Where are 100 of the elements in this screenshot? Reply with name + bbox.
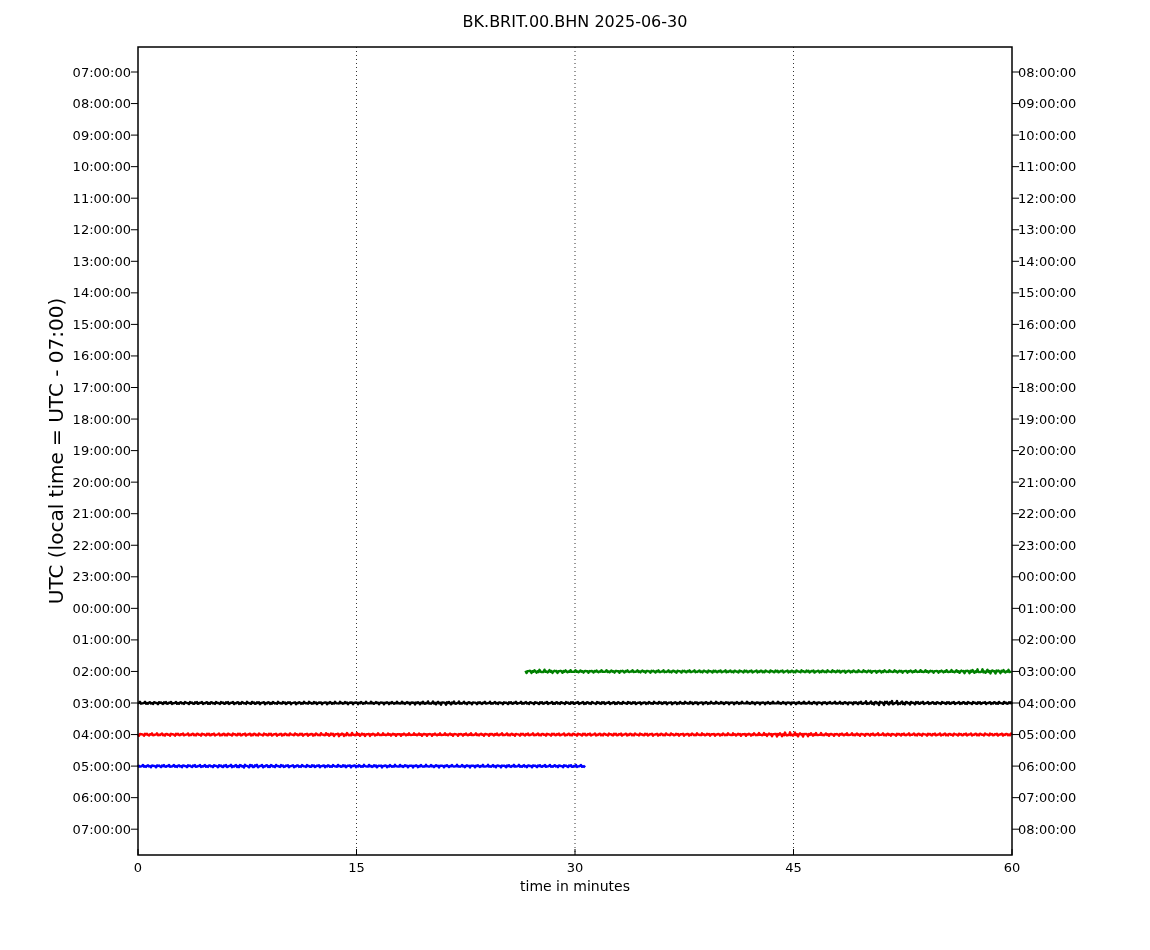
tick-label: 0: [133, 860, 143, 875]
tick-mark: [130, 513, 139, 515]
tick-label: 22:00:00: [72, 537, 131, 553]
tick-mark: [130, 702, 139, 704]
tick-mark: [1011, 702, 1020, 704]
tick-mark: [130, 544, 139, 546]
tick-label: 07:00:00: [72, 821, 131, 837]
tick-mark: [130, 134, 139, 136]
tick-label: 00:00:00: [1018, 569, 1077, 585]
tick-label: 10:00:00: [72, 159, 131, 175]
tick-label: 07:00:00: [72, 64, 131, 80]
tick-label: 16:00:00: [1018, 316, 1077, 332]
tick-label: 11:00:00: [72, 190, 131, 206]
y-axis-label: UTC (local time = UTC - 07:00): [44, 297, 68, 605]
tick-label: 02:00:00: [1018, 632, 1077, 648]
tick-label: 02:00:00: [72, 663, 131, 679]
tick-label: 13:00:00: [1018, 222, 1077, 238]
tick-label: 03:00:00: [72, 695, 131, 711]
tick-label: 23:00:00: [72, 569, 131, 585]
tick-label: 17:00:00: [1018, 348, 1077, 364]
tick-mark: [1011, 797, 1020, 799]
tick-label: 15:00:00: [1018, 285, 1077, 301]
tick-mark: [1011, 544, 1020, 546]
tick-mark: [130, 418, 139, 420]
tick-label: 21:00:00: [1018, 474, 1077, 490]
tick-mark: [1011, 323, 1020, 325]
tick-label: 04:00:00: [1018, 695, 1077, 711]
tick-mark: [1011, 450, 1020, 452]
tick-mark: [130, 323, 139, 325]
tick-mark: [1011, 71, 1020, 73]
tick-label: 21:00:00: [72, 506, 131, 522]
tick-label: 13:00:00: [72, 253, 131, 269]
tick-mark: [1011, 387, 1020, 388]
tick-label: 06:00:00: [1018, 758, 1077, 774]
tick-mark: [1011, 197, 1020, 199]
tick-label: 30: [566, 860, 584, 875]
tick-mark: [130, 670, 139, 672]
x-axis-label: time in minutes: [520, 878, 630, 894]
tick-label: 23:00:00: [1018, 537, 1077, 553]
tick-label: 14:00:00: [72, 285, 131, 301]
tick-label: 60: [1003, 860, 1021, 875]
tick-mark: [130, 607, 139, 609]
tick-label: 45: [785, 860, 802, 875]
tick-label: 05:00:00: [1018, 727, 1077, 743]
tick-mark: [130, 481, 139, 483]
tick-mark: [1011, 848, 1013, 856]
tick-mark: [130, 292, 139, 294]
tick-label: 15: [348, 860, 365, 875]
tick-label: 08:00:00: [1018, 821, 1077, 837]
tick-label: 07:00:00: [1018, 790, 1077, 806]
tick-label: 01:00:00: [1018, 600, 1077, 616]
tick-label: 08:00:00: [72, 96, 131, 112]
tick-mark: [130, 166, 139, 168]
tick-mark: [1011, 418, 1020, 420]
tick-mark: [1011, 513, 1020, 515]
tick-mark: [1011, 229, 1020, 231]
chart-title: BK.BRIT.00.BHN 2025-06-30: [462, 12, 688, 31]
tick-mark: [130, 103, 139, 105]
tick-label: 09:00:00: [72, 127, 131, 143]
tick-label: 22:00:00: [1018, 506, 1077, 522]
tick-mark: [130, 71, 139, 73]
tick-label: 00:00:00: [72, 600, 131, 616]
tick-label: 19:00:00: [1018, 411, 1077, 427]
tick-mark: [1011, 355, 1020, 357]
tick-label: 18:00:00: [72, 411, 131, 427]
tick-mark: [1011, 166, 1020, 168]
tick-mark: [1011, 260, 1020, 262]
tick-label: 11:00:00: [1018, 159, 1077, 175]
tick-mark: [130, 387, 139, 388]
tick-mark: [1011, 828, 1020, 830]
tick-mark: [1011, 103, 1020, 105]
tick-label: 10:00:00: [1018, 127, 1077, 143]
tick-label: 01:00:00: [72, 632, 131, 648]
tick-mark: [130, 450, 139, 452]
tick-mark: [1011, 134, 1020, 136]
tick-mark: [130, 355, 139, 357]
tick-label: 06:00:00: [72, 790, 131, 806]
tick-label: 17:00:00: [72, 380, 131, 395]
tick-label: 16:00:00: [72, 348, 131, 364]
tick-mark: [130, 260, 139, 262]
tick-mark: [130, 765, 139, 767]
tick-label: 03:00:00: [1018, 663, 1077, 679]
tick-label: 04:00:00: [72, 727, 131, 743]
tick-mark: [1011, 576, 1020, 578]
tick-mark: [130, 576, 139, 578]
tick-label: 12:00:00: [72, 222, 131, 238]
tick-mark: [130, 197, 139, 199]
tick-mark: [1011, 734, 1020, 736]
tick-label: 08:00:00: [1018, 64, 1077, 80]
tick-mark: [137, 848, 139, 856]
tick-label: 20:00:00: [1018, 443, 1077, 459]
tick-mark: [1011, 292, 1020, 294]
tick-label: 05:00:00: [72, 758, 131, 774]
tick-mark: [130, 229, 139, 231]
tick-mark: [1011, 639, 1020, 641]
tick-label: 14:00:00: [1018, 253, 1077, 269]
tick-label: 18:00:00: [1018, 380, 1077, 395]
tick-mark: [130, 828, 139, 830]
tick-label: 15:00:00: [72, 316, 131, 332]
tick-mark: [1011, 765, 1020, 767]
